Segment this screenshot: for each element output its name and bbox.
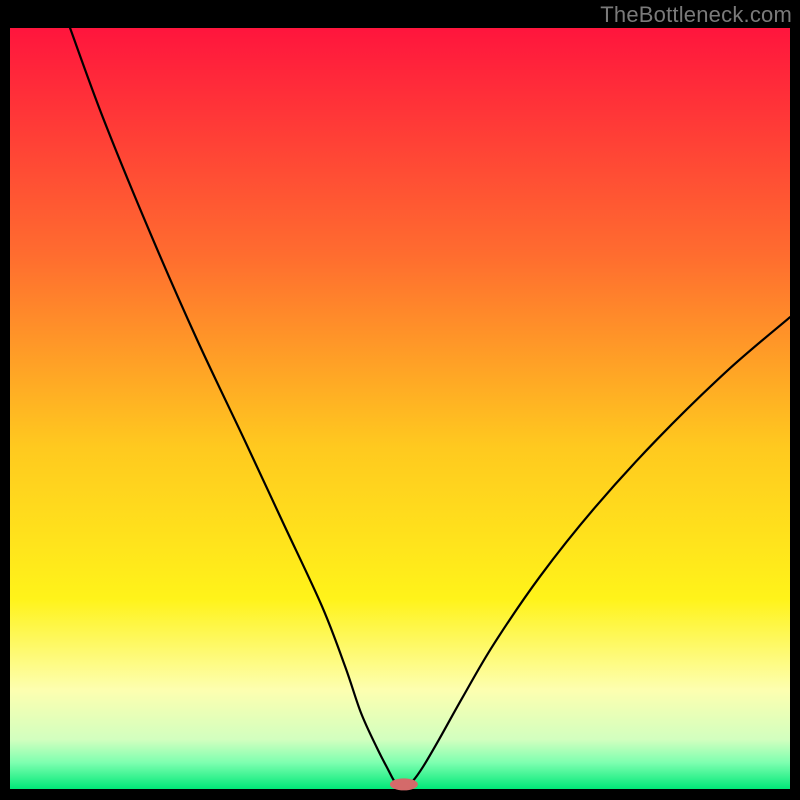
optimal-marker — [390, 778, 418, 790]
chart-stage: TheBottleneck.com — [0, 0, 800, 800]
watermark-text: TheBottleneck.com — [600, 2, 792, 28]
bottleneck-chart — [0, 0, 800, 800]
plot-background — [10, 28, 790, 789]
